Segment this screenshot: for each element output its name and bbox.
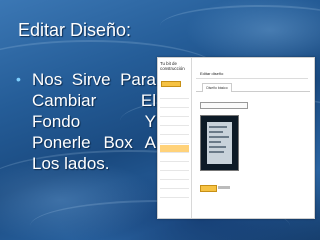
sidebar-item[interactable] xyxy=(160,190,189,198)
bullet-item: • Nos Sirve Para Cambiar El Fondo Y Pone… xyxy=(16,69,156,174)
preview-line xyxy=(209,126,227,128)
preview-line xyxy=(209,151,224,153)
slide-title: Editar Diseño: xyxy=(18,20,132,40)
preview-line xyxy=(209,141,221,143)
preview-content-box xyxy=(207,122,232,164)
sidebar-item[interactable] xyxy=(160,163,189,171)
save-button[interactable] xyxy=(200,185,217,192)
preview-line xyxy=(209,131,223,133)
sidebar-item[interactable] xyxy=(160,145,189,153)
sidebar-item[interactable] xyxy=(160,181,189,189)
preview-line xyxy=(209,136,229,138)
divider xyxy=(196,78,308,79)
cancel-link[interactable] xyxy=(218,186,230,189)
sidebar-item[interactable] xyxy=(160,127,189,135)
template-preview[interactable] xyxy=(200,115,239,171)
blogger-layout-screenshot: Tu bit de construcción Editar diseño Dis… xyxy=(157,57,315,219)
sidebar-button[interactable] xyxy=(161,81,181,87)
sidebar-item[interactable] xyxy=(160,154,189,162)
preview-line xyxy=(209,146,226,148)
sidebar-item[interactable] xyxy=(160,91,189,99)
sidebar-header: Tu bit de construcción xyxy=(160,61,185,71)
sidebar-item[interactable] xyxy=(160,109,189,117)
sidebar-item[interactable] xyxy=(160,172,189,180)
screenshot-sidebar: Tu bit de construcción xyxy=(158,58,192,218)
sidebar-item[interactable] xyxy=(160,136,189,144)
water-ripple xyxy=(160,5,320,47)
tab-bar: Diseño básico xyxy=(196,83,310,92)
screenshot-main-panel: Editar diseño Diseño básico xyxy=(192,58,314,218)
sidebar-item[interactable] xyxy=(160,100,189,108)
bullet-text: Nos Sirve Para Cambiar El Fondo Y Ponerl… xyxy=(32,70,156,173)
sidebar-item[interactable] xyxy=(160,118,189,126)
main-heading: Editar diseño xyxy=(200,71,224,76)
tab-basic-design[interactable]: Diseño básico xyxy=(202,83,232,92)
template-select[interactable] xyxy=(200,102,248,109)
bullet-marker-icon: • xyxy=(16,71,21,87)
